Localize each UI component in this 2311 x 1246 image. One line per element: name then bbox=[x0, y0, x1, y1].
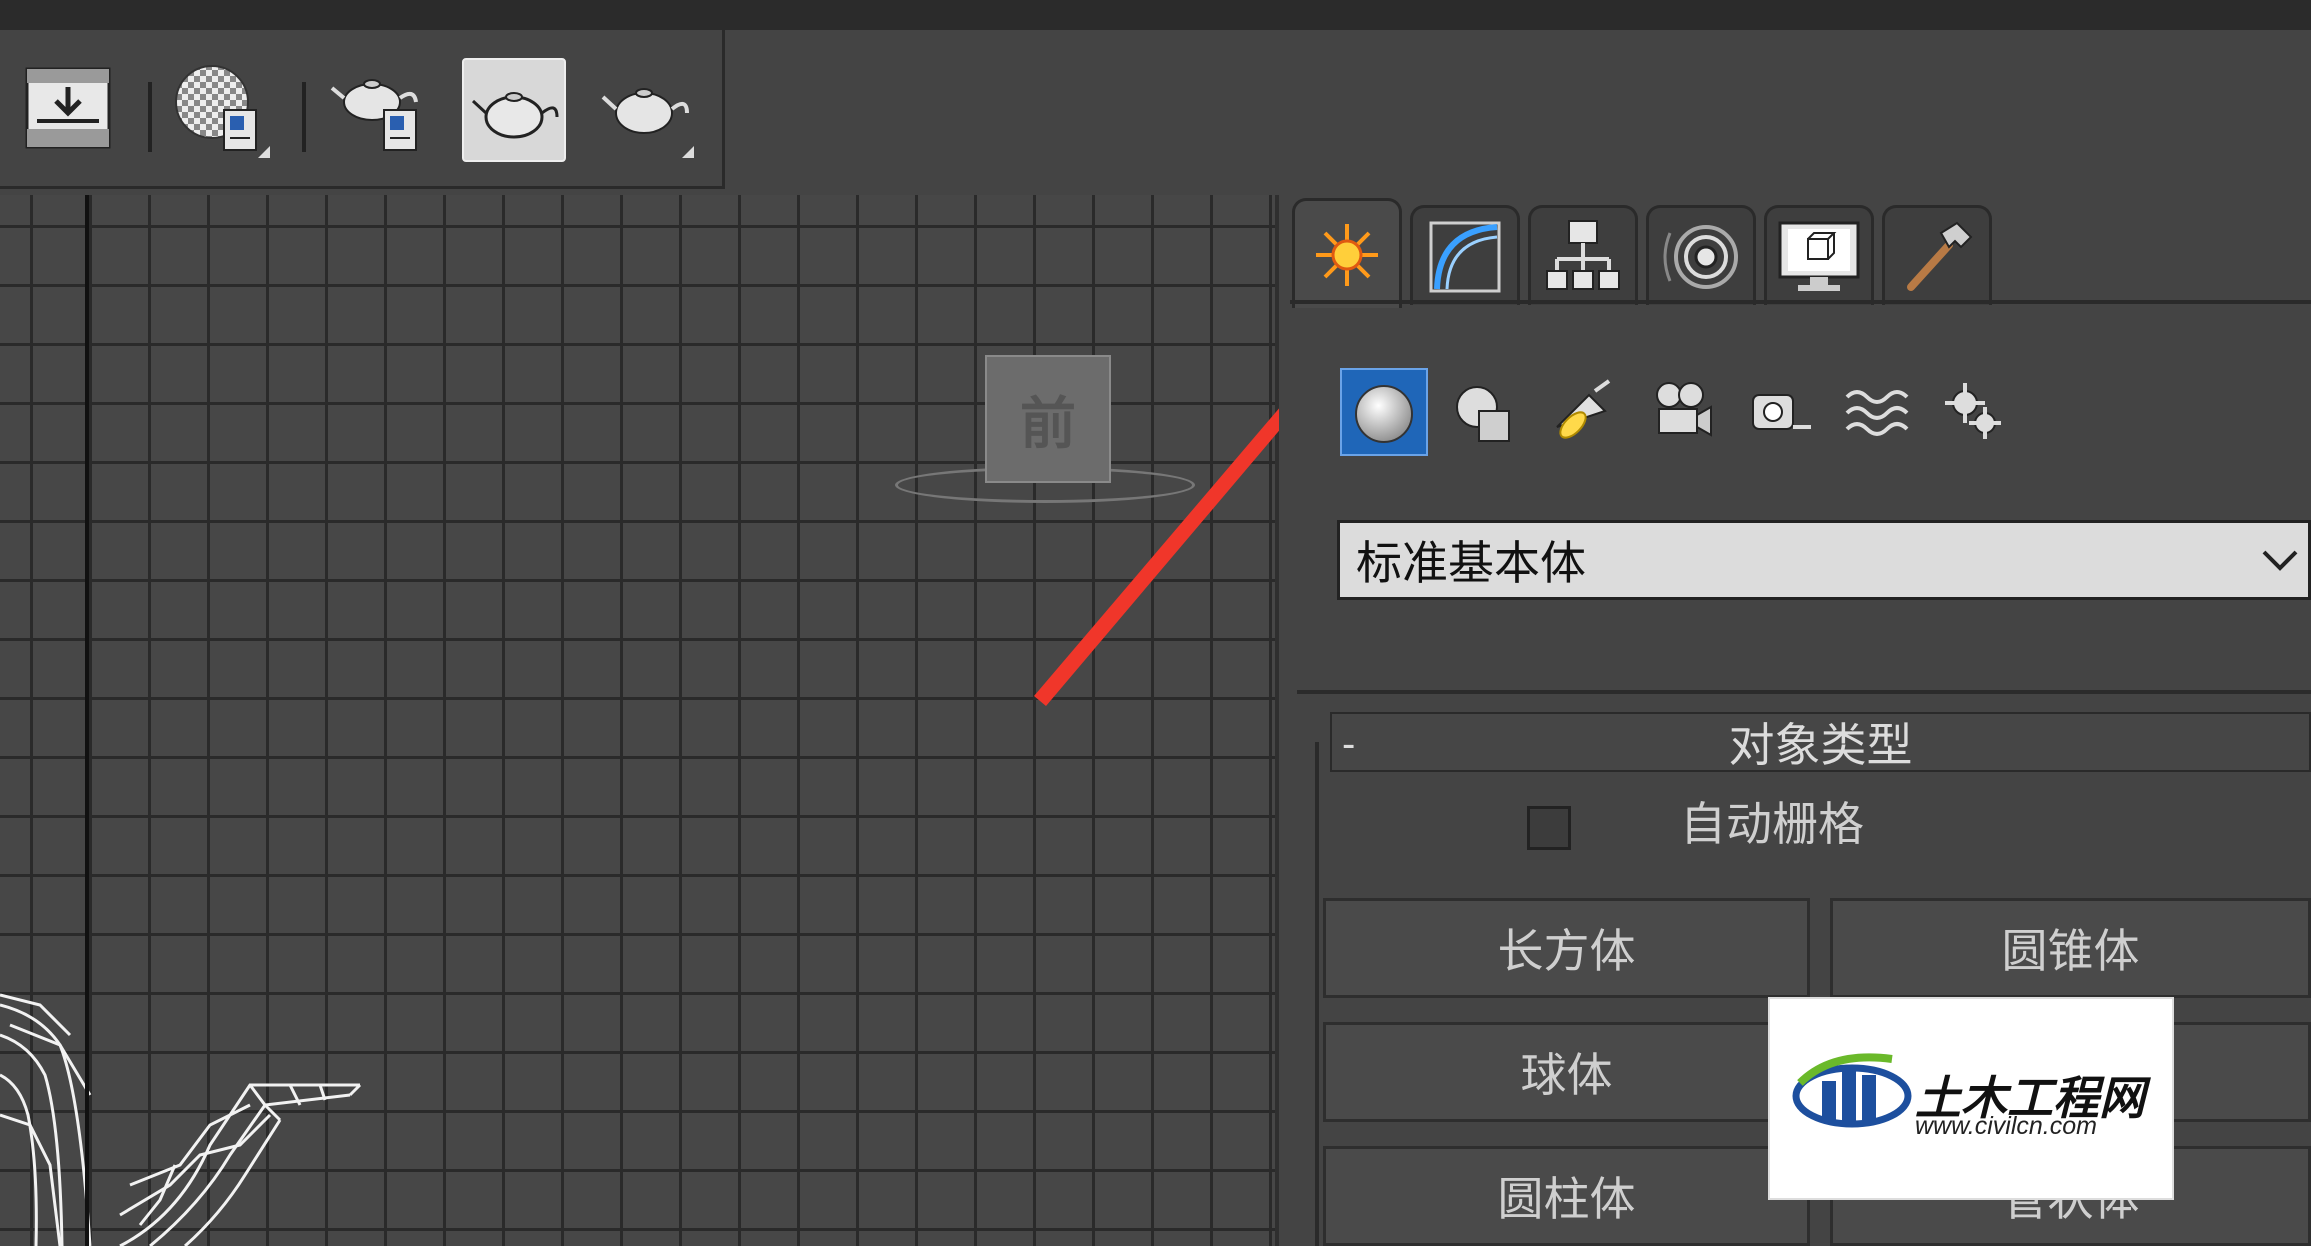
cone-button[interactable]: 圆锥体 bbox=[1830, 898, 2311, 998]
render-setup-icon bbox=[25, 67, 111, 149]
lights-icon bbox=[1556, 379, 1611, 439]
watermark-url: www.civilcn.com bbox=[1915, 1112, 2097, 1140]
rollout-border bbox=[1315, 742, 1319, 1246]
helpers-button[interactable] bbox=[1736, 368, 1824, 456]
collapse-minus-icon[interactable]: - bbox=[1342, 722, 1355, 767]
tab-hierarchy[interactable] bbox=[1528, 205, 1638, 305]
teapot-wireframe bbox=[0, 993, 362, 1246]
render-production-button[interactable] bbox=[462, 58, 566, 162]
main-toolbar bbox=[0, 30, 725, 189]
hammer-icon bbox=[1907, 221, 1973, 291]
viewport-axis-line bbox=[85, 195, 89, 1246]
shapes-icon bbox=[1456, 386, 1510, 442]
top-strip bbox=[0, 0, 2311, 30]
tab-create[interactable] bbox=[1292, 198, 1402, 308]
box-button[interactable]: 长方体 bbox=[1323, 898, 1810, 998]
lights-button[interactable] bbox=[1540, 368, 1628, 456]
material-editor-button[interactable] bbox=[170, 58, 270, 158]
rendered-frame-window-button[interactable] bbox=[330, 58, 430, 158]
geometry-button[interactable] bbox=[1340, 368, 1428, 456]
panel-divider bbox=[1297, 690, 2311, 694]
flyout-indicator bbox=[258, 146, 270, 158]
display-monitor-icon bbox=[1778, 221, 1860, 291]
autogrid-label: 自动栅格 bbox=[1680, 798, 1864, 850]
cylinder-button[interactable]: 圆柱体 bbox=[1323, 1146, 1810, 1246]
hierarchy-icon bbox=[1546, 219, 1620, 290]
systems-button[interactable] bbox=[1932, 368, 2020, 456]
render-production-icon bbox=[471, 92, 559, 139]
systems-icon bbox=[1945, 383, 2001, 439]
helpers-icon bbox=[1752, 394, 1811, 430]
cameras-button[interactable] bbox=[1638, 368, 1726, 456]
tab-motion[interactable] bbox=[1646, 205, 1756, 305]
rendered-frame-window-icon bbox=[330, 79, 418, 151]
tab-display[interactable] bbox=[1764, 205, 1874, 305]
geometry-icon bbox=[1355, 385, 1413, 443]
modify-arc-icon bbox=[1429, 221, 1501, 292]
civilcn-logo-icon bbox=[1792, 1053, 1912, 1128]
tab-baseline bbox=[1290, 300, 2311, 304]
shapes-button[interactable] bbox=[1440, 368, 1528, 456]
object-category-dropdown[interactable]: 标准基本体 bbox=[1337, 520, 2311, 600]
space-warps-icon bbox=[1845, 390, 1909, 436]
create-sun-icon bbox=[1316, 223, 1378, 286]
flyout-indicator bbox=[682, 146, 694, 158]
render-iterative-button[interactable] bbox=[594, 58, 694, 158]
rollout-header-object-type[interactable]: 对象类型 bbox=[1330, 712, 2311, 772]
render-iterative-icon bbox=[601, 88, 689, 134]
toolbar-separator bbox=[302, 82, 306, 152]
tab-utilities[interactable] bbox=[1882, 205, 1992, 305]
render-setup-button[interactable] bbox=[18, 58, 118, 158]
chevron-down-icon[interactable] bbox=[2260, 540, 2300, 580]
rollout-title: 对象类型 bbox=[1728, 719, 1913, 771]
tab-modify[interactable] bbox=[1410, 205, 1520, 305]
cameras-icon bbox=[1656, 382, 1712, 437]
material-editor-icon bbox=[175, 65, 257, 151]
sphere-button[interactable]: 球体 bbox=[1323, 1022, 1810, 1122]
autogrid-checkbox[interactable] bbox=[1527, 806, 1571, 850]
toolbar-separator bbox=[148, 82, 152, 152]
space-warps-button[interactable] bbox=[1834, 368, 1922, 456]
motion-icon bbox=[1663, 224, 1738, 289]
